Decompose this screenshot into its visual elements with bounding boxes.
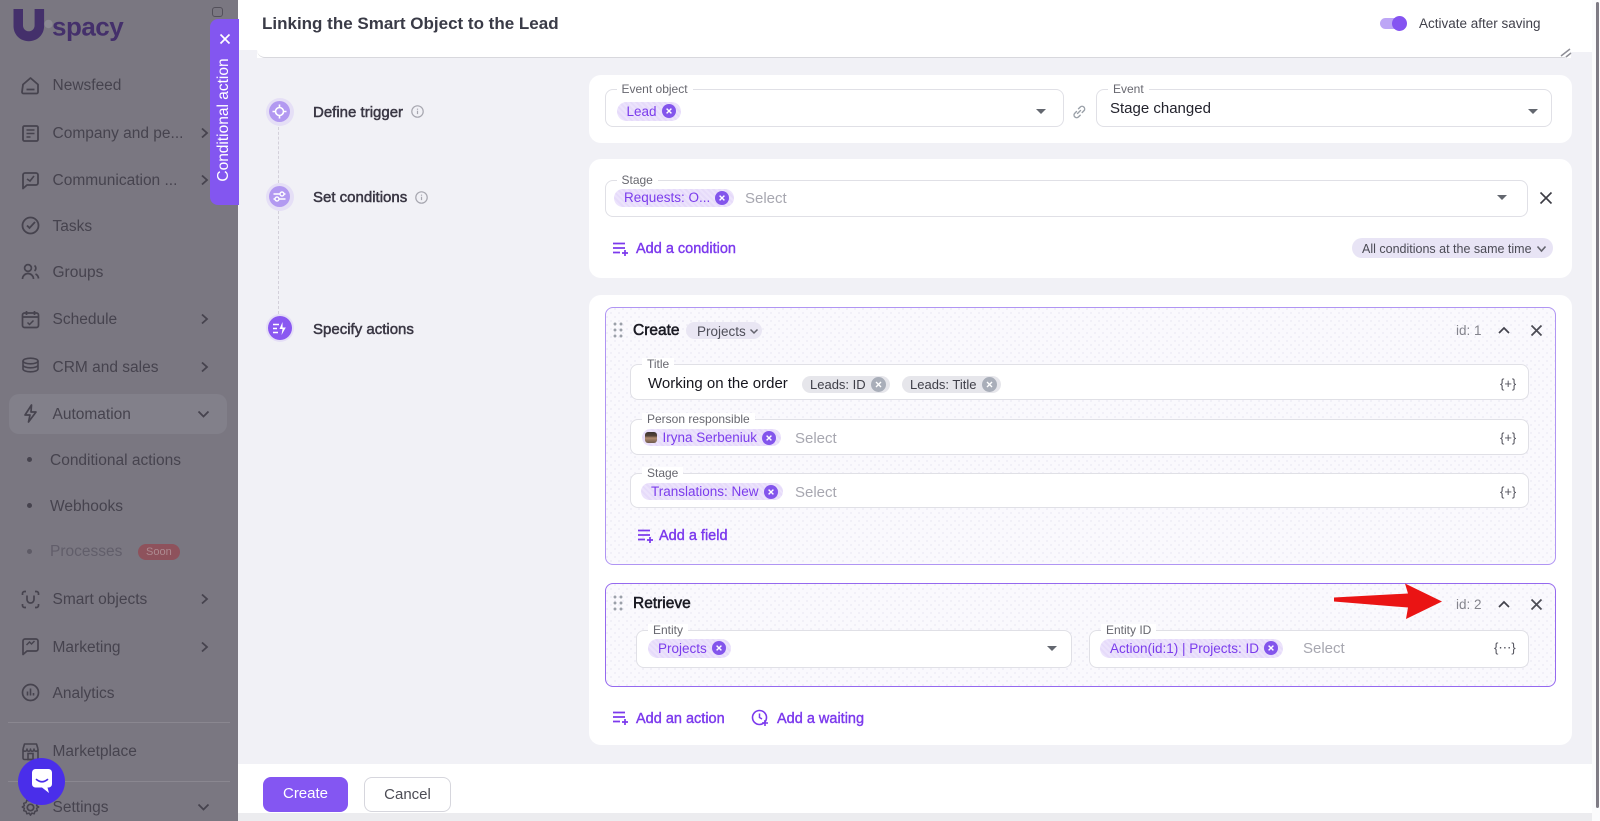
svg-text:spacy: spacy	[52, 12, 124, 42]
